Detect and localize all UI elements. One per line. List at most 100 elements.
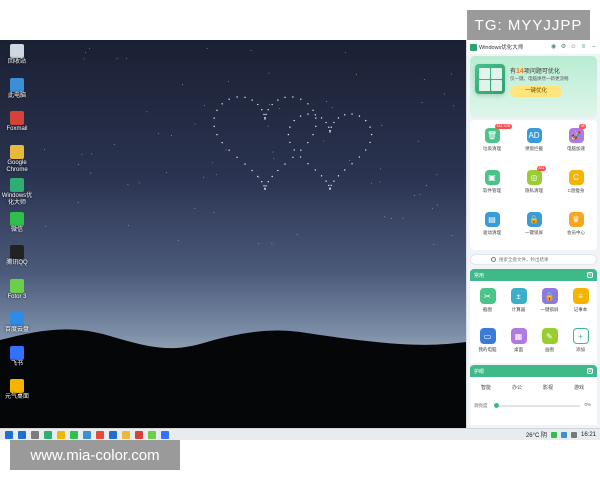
tool-item[interactable]: 🗑 182.7GB 垃圾清理 <box>472 124 512 164</box>
common-tool-item[interactable]: + 添加 <box>565 323 596 361</box>
tool-item[interactable]: ♛ 会员中心 <box>556 208 596 248</box>
taskbar-app-icon[interactable] <box>135 431 143 439</box>
star <box>263 114 264 115</box>
mode-smart[interactable]: 智能 <box>474 383 498 393</box>
desktop-icon[interactable]: 此电脑 <box>0 78 34 100</box>
common-tool-item[interactable]: ▭ 我的电脑 <box>472 323 503 361</box>
tool-item[interactable]: ▤ 驱动清理 <box>472 208 512 248</box>
tool-item[interactable]: ▣ 软件管理 <box>472 166 512 206</box>
taskbar-app-icon[interactable] <box>122 431 130 439</box>
avatar-icon[interactable]: ◉ <box>550 44 557 51</box>
star <box>228 99 229 100</box>
tool-label: 一键锁屏 <box>525 230 543 236</box>
system-tray: 26°C 阴 16:21 <box>526 429 596 440</box>
common-tool-label: 一键锁屏 <box>541 307 559 313</box>
desktop-icon[interactable]: 回收站 <box>0 44 34 66</box>
file-search-bar[interactable]: 搜索全盘文件，秒出结果 <box>470 254 597 265</box>
weather-text[interactable]: 26°C 阴 <box>526 430 547 439</box>
tray-wechat-icon[interactable] <box>551 432 557 438</box>
tool-label: 驱动清理 <box>483 230 501 236</box>
desktop-icon[interactable]: Windows优 化大师 <box>0 178 34 207</box>
desktop-icon[interactable]: 腾讯QQ <box>0 245 34 267</box>
common-tool-item[interactable]: ✎ 画图 <box>534 323 565 361</box>
star <box>89 48 90 49</box>
star <box>251 170 252 171</box>
tool-label: 隐私清理 <box>525 188 543 194</box>
tool-item[interactable]: C C盘瘦身 <box>556 166 596 206</box>
star <box>214 212 215 213</box>
taskbar-app-icon[interactable] <box>44 431 52 439</box>
tool-label: 会员中心 <box>567 230 585 236</box>
brightness-slider-knob[interactable] <box>494 403 499 408</box>
star <box>328 127 329 128</box>
common-tool-label: 桌面 <box>514 347 523 353</box>
tool-item[interactable]: ◎ 831 隐私清理 <box>514 166 554 206</box>
tray-volume-icon[interactable] <box>571 432 577 438</box>
taskbar-app-icon[interactable] <box>83 431 91 439</box>
this-pc-icon <box>10 78 24 92</box>
qq-icon <box>10 245 24 259</box>
common-tool-item[interactable]: 🔒 一键锁屏 <box>534 283 565 321</box>
taskbar-app-icon[interactable] <box>148 431 156 439</box>
desktop-icon[interactable]: Fotor 3 <box>0 279 34 301</box>
star <box>365 149 366 150</box>
feedback-icon[interactable]: ☺ <box>570 44 577 51</box>
common-tool-item[interactable]: ≡ 记事本 <box>565 283 596 321</box>
desktop-icon[interactable]: Foxmail <box>0 111 34 133</box>
star <box>332 107 333 108</box>
clock[interactable]: 16:21 <box>581 432 596 438</box>
star <box>426 185 427 186</box>
minimize-icon[interactable]: – <box>590 44 597 51</box>
one-click-optimize-button[interactable]: 一键优化 <box>510 86 562 97</box>
desktop-icon[interactable]: 元气桌面 <box>0 379 34 401</box>
desktop-icon[interactable]: 飞书 <box>0 346 34 368</box>
common-section-header: 常用 ✎ <box>470 269 597 281</box>
star <box>195 208 196 209</box>
common-tool-item[interactable]: ▦ 桌面 <box>503 323 534 361</box>
taskbar-app-icon[interactable] <box>161 431 169 439</box>
star <box>279 108 280 109</box>
star <box>226 150 227 151</box>
settings-icon[interactable]: ⚙ <box>560 44 567 51</box>
star <box>216 174 217 175</box>
star <box>81 154 82 155</box>
menu-icon[interactable]: ≡ <box>580 44 587 51</box>
star <box>365 120 366 121</box>
common-tool-icon: ✎ <box>542 328 558 344</box>
mode-movie[interactable]: 影视 <box>536 383 560 393</box>
star <box>178 240 179 241</box>
tray-network-icon[interactable] <box>561 432 567 438</box>
taskbar-app-icon[interactable] <box>31 431 39 439</box>
star <box>257 176 258 177</box>
desktop-icon[interactable]: 微信 <box>0 212 34 234</box>
tool-item[interactable]: AD 弹窗拦截 <box>514 124 554 164</box>
star <box>315 126 316 127</box>
mode-game[interactable]: 游戏 <box>567 383 591 393</box>
common-tool-item[interactable]: ± 计算器 <box>503 283 534 321</box>
tool-label: 弹窗拦截 <box>525 146 543 152</box>
desktop-icon[interactable]: 百度云盘 <box>0 312 34 334</box>
common-tool-icon: ▦ <box>511 328 527 344</box>
edit-icon[interactable]: ✎ <box>587 272 593 278</box>
star <box>359 156 360 157</box>
tool-item[interactable]: 🚀 28 电脑加速 <box>556 124 596 164</box>
tool-item[interactable]: 🔒 一键锁屏 <box>514 208 554 248</box>
star <box>333 122 334 123</box>
taskbar-app-icon[interactable] <box>109 431 117 439</box>
windows-logo-icon <box>475 64 505 94</box>
desktop-icon[interactable]: Google Chrome <box>0 145 34 174</box>
mode-office[interactable]: 办公 <box>505 383 529 393</box>
taskbar-app-icon[interactable] <box>96 431 104 439</box>
common-tool-item[interactable]: ✂ 截图 <box>472 283 503 321</box>
tool-label: 电脑加速 <box>567 146 585 152</box>
optimizer-window: Windows优化大师 ◉ ⚙ ☺ ≡ – 有14项问题可优化 仅一键，电脑焕然… <box>466 40 600 428</box>
eye-care-settings-icon[interactable]: ⚙ <box>587 368 593 374</box>
taskbar-app-icon[interactable] <box>18 431 26 439</box>
brightness-slider[interactable] <box>496 405 580 407</box>
start-icon[interactable] <box>5 431 13 439</box>
taskbar-app-icon[interactable] <box>57 431 65 439</box>
star <box>228 149 229 150</box>
taskbar-app-icon[interactable] <box>70 431 78 439</box>
star <box>321 117 322 118</box>
star <box>166 172 167 173</box>
